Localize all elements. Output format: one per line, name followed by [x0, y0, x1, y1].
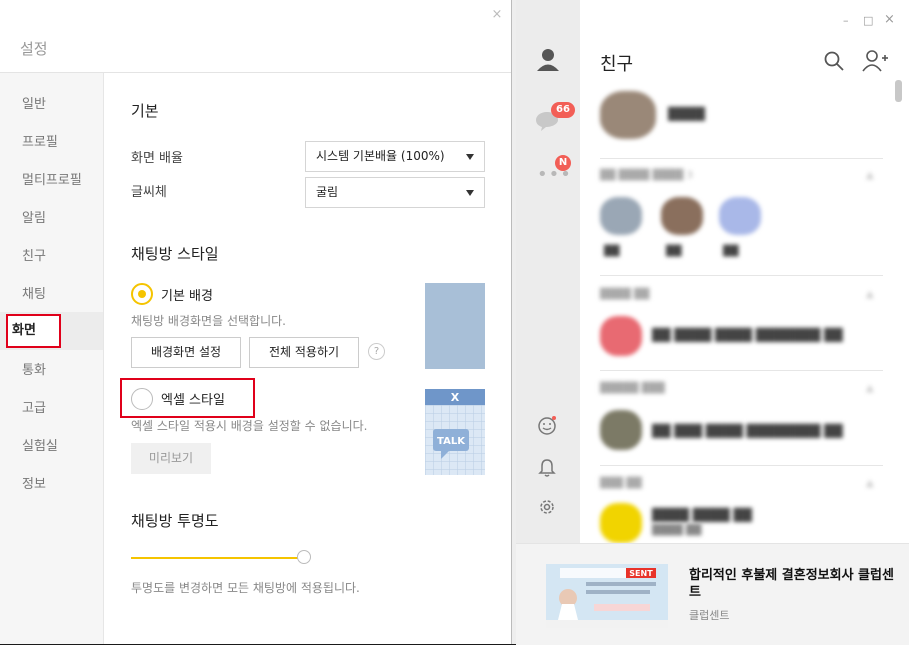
- sidebar-item-call[interactable]: 통화: [22, 359, 46, 378]
- section-channel: ███ ██: [600, 478, 642, 489]
- chevron-down-icon: [466, 154, 474, 160]
- minimize-icon[interactable]: –: [843, 14, 849, 27]
- favorite-avatar[interactable]: [600, 197, 642, 235]
- channel-avatar[interactable]: [600, 503, 642, 543]
- sidebar-item-info[interactable]: 정보: [22, 473, 46, 492]
- fold-icon[interactable]: ▲: [866, 383, 874, 394]
- chevron-down-icon: [466, 190, 474, 196]
- default-bg-label[interactable]: 기본 배경: [161, 285, 213, 304]
- sidebar-item-profile[interactable]: 프로필: [22, 131, 58, 150]
- default-bg-desc: 채팅방 배경화면을 선택합니다.: [131, 314, 286, 328]
- preview-button[interactable]: 미리보기: [131, 443, 211, 474]
- sidebar-item-general[interactable]: 일반: [22, 93, 46, 112]
- sidebar-item-chat[interactable]: 채팅: [22, 283, 46, 302]
- section-updated: ████ ██: [600, 289, 650, 300]
- section-title-basic: 기본: [131, 102, 159, 120]
- ad-banner[interactable]: SENT 합리적인 후불제 결혼정보회사 클럽센트 클럽센트: [516, 543, 909, 645]
- help-icon[interactable]: ?: [368, 343, 385, 360]
- section-title-chat-style: 채팅방 스타일: [131, 245, 219, 263]
- friend-avatar[interactable]: [600, 410, 642, 450]
- my-avatar[interactable]: [600, 91, 656, 139]
- section-title-transparency: 채팅방 투명도: [131, 512, 219, 530]
- sidebar-item-labs[interactable]: 실험실: [22, 435, 58, 454]
- settings-window: × 설정 일반 프로필 멀티프로필 알림 친구 채팅 화면 통화 고급 실험실 …: [0, 0, 512, 644]
- sidebar-item-multi-profile[interactable]: 멀티프로필: [22, 169, 82, 188]
- divider: [600, 158, 883, 159]
- sidebar-item-display[interactable]: 화면: [6, 314, 61, 348]
- transparency-slider-track[interactable]: [131, 557, 304, 559]
- ad-image[interactable]: SENT: [546, 564, 668, 628]
- fold-icon[interactable]: ▲: [866, 289, 874, 300]
- excel-style-desc: 엑셀 스타일 적용시 배경을 설정할 수 없습니다.: [131, 419, 368, 433]
- chat-count-badge: 66: [551, 102, 575, 118]
- transparency-slider-thumb[interactable]: [297, 550, 311, 564]
- divider: [600, 465, 883, 466]
- scale-value: 시스템 기본배율 (100%): [316, 149, 445, 163]
- favorite-avatar[interactable]: [661, 197, 703, 235]
- section-favorites: ██ ████ ████ 3: [600, 170, 693, 181]
- divider: [600, 275, 883, 276]
- add-friend-icon[interactable]: [862, 49, 888, 73]
- maximize-icon[interactable]: □: [863, 14, 873, 27]
- favorite-name: ██: [604, 246, 620, 257]
- settings-title: 설정: [20, 40, 48, 58]
- ad-image-graphic: SENT: [546, 564, 668, 628]
- talk-label: TALK: [437, 436, 466, 447]
- font-value: 굴림: [316, 185, 339, 199]
- gear-icon[interactable]: [537, 497, 557, 517]
- kakaotalk-main-window: 66 ••• N – □ × 친구 ████ ██ ████ ████ 3 ▲ …: [516, 0, 909, 645]
- search-icon[interactable]: [823, 50, 845, 72]
- default-bg-preview: [425, 283, 485, 369]
- excel-style-label[interactable]: 엑셀 스타일: [161, 389, 225, 408]
- scale-dropdown[interactable]: 시스템 기본배율 (100%): [305, 141, 485, 172]
- section-birthday: █████ ███: [600, 383, 665, 394]
- sidebar-item-friends[interactable]: 친구: [22, 245, 46, 264]
- settings-sidebar: [0, 73, 104, 644]
- my-name[interactable]: ████: [668, 107, 705, 121]
- fold-icon[interactable]: ▲: [866, 478, 874, 489]
- scale-label: 화면 배율: [131, 151, 183, 166]
- favorite-name: ██: [666, 246, 682, 257]
- divider: [600, 370, 883, 371]
- friend-row-text[interactable]: ██ ███ ████ ████████ ██: [652, 424, 843, 438]
- transparency-desc: 투명도를 변경하면 모든 채팅방에 적용됩니다.: [131, 581, 360, 595]
- favorite-avatar[interactable]: [719, 197, 761, 235]
- fold-icon[interactable]: ▲: [866, 170, 874, 181]
- favorite-name: ██: [723, 246, 739, 257]
- channel-sub: ████ ██: [652, 525, 702, 536]
- ad-brand: SENT: [629, 569, 653, 578]
- excel-preview-graphic: X TALK: [425, 389, 485, 475]
- excel-x-letter: X: [451, 391, 460, 404]
- page-title: 친구: [600, 54, 634, 75]
- close-icon[interactable]: ×: [884, 12, 895, 27]
- scrollbar[interactable]: [895, 80, 902, 102]
- close-icon[interactable]: ×: [490, 8, 504, 22]
- bell-icon[interactable]: [538, 458, 556, 478]
- sidebar-item-notification[interactable]: 알림: [22, 207, 46, 226]
- emoticon-icon[interactable]: [537, 416, 557, 436]
- default-bg-radio[interactable]: [131, 283, 153, 305]
- bg-setting-button[interactable]: 배경화면 설정: [131, 337, 241, 368]
- apply-all-button[interactable]: 전체 적용하기: [249, 337, 359, 368]
- excel-style-preview: X TALK: [425, 389, 485, 475]
- excel-style-radio[interactable]: [131, 388, 153, 410]
- friend-row-text[interactable]: ██ ████ ████ ███████ ██: [652, 328, 843, 342]
- ad-advertiser: 클럽센트: [689, 609, 730, 622]
- ad-title[interactable]: 합리적인 후불제 결혼정보회사 클럽센트: [689, 567, 899, 601]
- sidebar-item-advanced[interactable]: 고급: [22, 397, 46, 416]
- channel-title[interactable]: ████ ████ ██: [652, 508, 752, 522]
- font-label: 글씨체: [131, 185, 167, 200]
- friends-icon[interactable]: [535, 46, 561, 72]
- more-new-badge: N: [555, 155, 571, 171]
- font-dropdown[interactable]: 굴림: [305, 177, 485, 208]
- friend-avatar[interactable]: [600, 316, 642, 356]
